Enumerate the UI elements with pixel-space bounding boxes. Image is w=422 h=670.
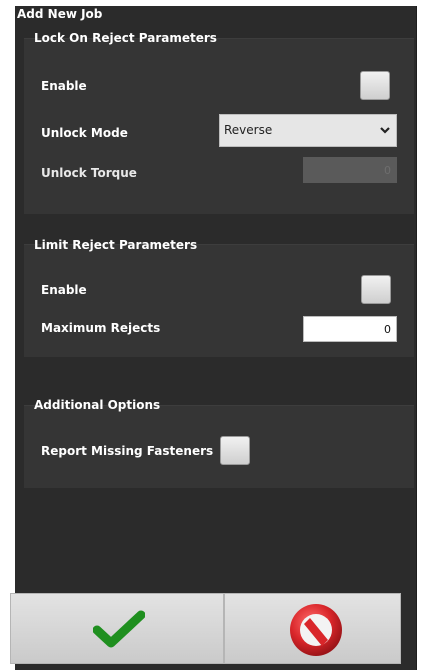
checkmark-icon — [93, 610, 145, 648]
limit-reject-legend: Limit Reject Parameters — [34, 238, 198, 252]
unlock-torque-label: Unlock Torque — [41, 166, 137, 180]
additional-options-panel: Additional Options Report Missing Fasten… — [24, 398, 414, 488]
maximum-rejects-input[interactable]: 0 — [303, 316, 397, 342]
no-entry-icon — [290, 604, 342, 656]
lock-on-reject-legend: Lock On Reject Parameters — [34, 31, 217, 45]
limit-enable-label: Enable — [41, 283, 87, 297]
confirm-button[interactable] — [10, 593, 224, 664]
cancel-button[interactable] — [224, 593, 401, 664]
dialog-title: Add New Job — [17, 7, 103, 21]
unlock-mode-select[interactable]: Reverse — [219, 114, 397, 147]
unlock-mode-label: Unlock Mode — [41, 126, 128, 140]
additional-options-legend: Additional Options — [34, 398, 161, 412]
dialog-footer — [10, 593, 401, 664]
limit-enable-checkbox[interactable] — [361, 275, 391, 304]
lock-enable-label: Enable — [41, 79, 87, 93]
unlock-torque-input[interactable]: 0 — [303, 157, 397, 183]
lock-on-reject-panel: Lock On Reject Parameters Enable Unlock … — [24, 31, 414, 214]
maximum-rejects-label: Maximum Rejects — [41, 321, 161, 335]
chevron-down-icon — [380, 127, 390, 134]
lock-enable-checkbox[interactable] — [360, 71, 390, 100]
add-job-dialog: Add New Job Lock On Reject Parameters En… — [15, 6, 417, 670]
report-missing-checkbox[interactable] — [220, 436, 250, 465]
report-missing-label: Report Missing Fasteners — [41, 444, 214, 458]
unlock-mode-value: Reverse — [224, 123, 273, 137]
limit-reject-panel: Limit Reject Parameters Enable Maximum R… — [24, 238, 414, 357]
